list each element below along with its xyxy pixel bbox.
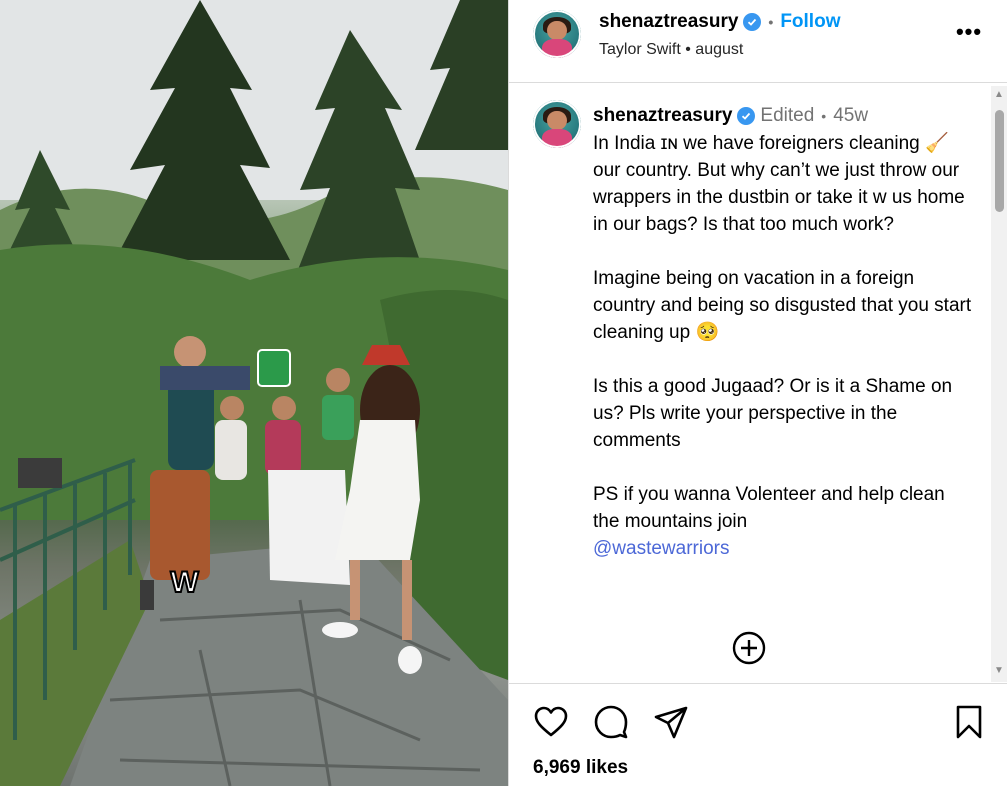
caption-scrollbar[interactable]: ▲ ▼ [991,86,1007,682]
post-time[interactable]: 45w [833,104,868,128]
location-link[interactable]: august [695,41,743,58]
audio-link[interactable]: Taylor Swift [599,41,681,58]
edited-label: Edited [760,105,815,126]
author-avatar[interactable] [533,10,581,58]
post-details-panel: shenaztreasury • Follow Taylor Swift • a… [508,0,1007,786]
scrollbar-thumb[interactable] [995,110,1004,212]
scroll-down-arrow-icon[interactable]: ▼ [994,666,1004,676]
post-header: shenaztreasury • Follow Taylor Swift • a… [509,0,1007,83]
mountain-trail-scene [0,0,508,786]
verified-badge-icon [743,13,762,31]
mention-link[interactable]: @wastewarriors [593,538,729,559]
comment-icon[interactable] [593,704,629,740]
caption-header: shenaztreasury Edited • 45w [593,104,868,128]
follow-button[interactable]: Follow [780,11,840,33]
sticker-text: W [169,565,199,600]
caption-text: In India ɪɴ we have foreigners cleaning … [593,133,972,532]
caption-username[interactable]: shenaztreasury [593,104,732,128]
plus-circle-icon[interactable] [731,630,767,666]
heart-icon[interactable] [533,704,569,740]
scroll-up-arrow-icon[interactable]: ▲ [994,90,1004,100]
author-row: shenaztreasury • Follow [599,11,840,33]
author-username[interactable]: shenaztreasury [599,11,738,33]
post-image[interactable]: W [0,0,508,786]
bookmark-icon[interactable] [951,704,987,740]
share-icon[interactable] [653,704,689,740]
caption-text-block: In India ɪɴ we have foreigners cleaning … [593,130,973,562]
caption-avatar[interactable] [533,100,581,148]
likes-count[interactable]: 6,969 likes [533,756,628,780]
instagram-post-view: W shenaztreasury • Follow Taylor Swift •… [0,0,1007,786]
separator-dot: • [685,41,696,58]
separator-dot: • [768,14,774,30]
post-subtitle: Taylor Swift • august [599,40,743,60]
more-options-icon[interactable]: ••• [951,21,987,46]
verified-badge-icon [737,107,756,125]
caption-section: shenaztreasury Edited • 45w In India ɪɴ … [509,84,1007,682]
action-bar: 6,969 likes [509,683,1007,786]
separator-dot: • [821,108,827,124]
